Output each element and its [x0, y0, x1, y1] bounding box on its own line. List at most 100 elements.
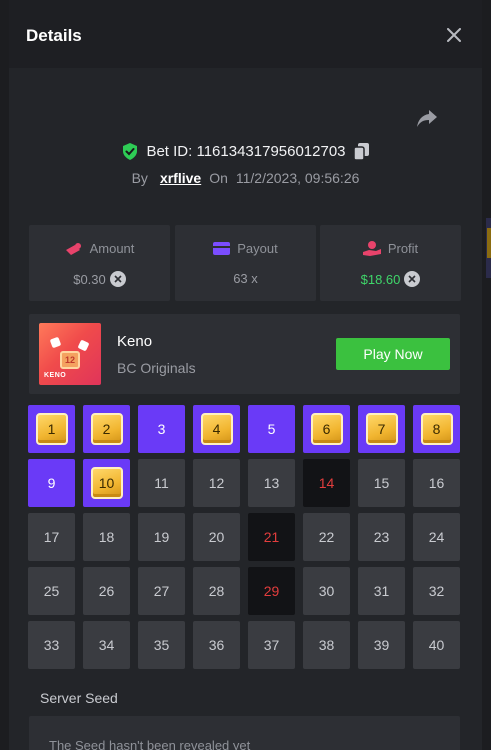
keno-cell[interactable]: 2 — [83, 405, 130, 453]
server-seed-title: Server Seed — [40, 690, 118, 706]
keno-cell[interactable]: 37 — [248, 621, 295, 669]
keno-cell-number: 17 — [43, 529, 60, 545]
keno-cell-number: 14 — [318, 475, 335, 491]
keno-cell[interactable]: 11 — [138, 459, 185, 507]
keno-cell[interactable]: 24 — [413, 513, 460, 561]
x-circle-icon — [404, 271, 421, 287]
shield-check-icon — [123, 142, 138, 160]
keno-cell[interactable]: 16 — [413, 459, 460, 507]
keno-cell[interactable]: 13 — [248, 459, 295, 507]
keno-cell[interactable]: 15 — [358, 459, 405, 507]
keno-cell[interactable]: 4 — [193, 405, 240, 453]
keno-cell[interactable]: 6 — [303, 405, 350, 453]
keno-cell[interactable]: 19 — [138, 513, 185, 561]
keno-cell[interactable]: 39 — [358, 621, 405, 669]
copy-button[interactable] — [353, 142, 369, 160]
keno-cell[interactable]: 20 — [193, 513, 240, 561]
keno-cell-number: 38 — [318, 637, 335, 653]
keno-cell[interactable]: 14 — [303, 459, 350, 507]
keno-cell-number: 26 — [98, 583, 115, 599]
close-button[interactable] — [443, 24, 465, 46]
keno-cell-number: 28 — [208, 583, 225, 599]
keno-cell[interactable]: 22 — [303, 513, 350, 561]
amount-card: Amount $0.30 — [29, 225, 170, 301]
keno-cell[interactable]: 29 — [248, 567, 295, 615]
keno-cell[interactable]: 38 — [303, 621, 350, 669]
keno-cell[interactable]: 27 — [138, 567, 185, 615]
keno-cell[interactable]: 31 — [358, 567, 405, 615]
keno-cell[interactable]: 33 — [28, 621, 75, 669]
dice-decoration — [49, 336, 62, 349]
background-page-right — [482, 0, 491, 750]
keno-cell-number: 12 — [208, 475, 225, 491]
keno-cell-number: 31 — [373, 583, 390, 599]
game-card: 12 KENO Keno BC Originals Play Now — [29, 314, 460, 394]
keno-ball-graphic: 12 — [60, 351, 80, 369]
keno-cell[interactable]: 40 — [413, 621, 460, 669]
keno-cell-number: 25 — [43, 583, 60, 599]
keno-cell-number: 30 — [318, 583, 335, 599]
keno-hit-gem: 8 — [420, 413, 453, 445]
keno-cell[interactable]: 36 — [193, 621, 240, 669]
keno-cell[interactable]: 25 — [28, 567, 75, 615]
keno-cell[interactable]: 5 — [248, 405, 295, 453]
server-seed-message: The Seed hasn't been revealed yet — [49, 738, 251, 750]
keno-cell[interactable]: 28 — [193, 567, 240, 615]
share-button[interactable] — [415, 108, 439, 130]
keno-cell[interactable]: 9 — [28, 459, 75, 507]
play-now-button[interactable]: Play Now — [336, 338, 450, 370]
keno-cell-number: 20 — [208, 529, 225, 545]
payout-card: Payout 63 x — [175, 225, 316, 301]
thumbnail-label: KENO — [44, 372, 67, 379]
amount-value: $0.30 — [73, 271, 106, 287]
server-seed-box: The Seed hasn't been revealed yet — [29, 716, 460, 750]
wallet-icon — [213, 242, 231, 255]
bet-datetime: 11/2/2023, 09:56:26 — [235, 170, 360, 186]
hand-coin-icon — [362, 241, 381, 256]
bet-id-text: Bet ID: 116134317956012703 — [146, 142, 346, 160]
keno-cell-number: 37 — [263, 637, 280, 653]
keno-hit-gem: 4 — [200, 413, 233, 445]
keno-hit-gem: 6 — [310, 413, 343, 445]
bet-id-row: Bet ID: 116134317956012703 — [9, 140, 482, 162]
modal-header: Details — [9, 0, 482, 68]
keno-cell-number: 9 — [47, 475, 56, 491]
modal-title: Details — [26, 26, 82, 45]
dice-decoration — [77, 339, 90, 352]
keno-cell[interactable]: 23 — [358, 513, 405, 561]
close-icon — [447, 28, 461, 42]
bet-author-row: By xrflive On 11/2/2023, 09:56:26 — [9, 168, 482, 188]
keno-cell[interactable]: 7 — [358, 405, 405, 453]
keno-cell-number: 5 — [267, 421, 276, 437]
keno-cell[interactable]: 1 — [28, 405, 75, 453]
keno-cell[interactable]: 10 — [83, 459, 130, 507]
keno-cell-number: 16 — [428, 475, 445, 491]
keno-cell[interactable]: 32 — [413, 567, 460, 615]
keno-cell[interactable]: 26 — [83, 567, 130, 615]
background-element — [487, 228, 491, 258]
keno-game-thumbnail[interactable]: 12 KENO — [39, 323, 101, 385]
keno-cell[interactable]: 3 — [138, 405, 185, 453]
keno-cell-number: 13 — [263, 475, 280, 491]
keno-cell[interactable]: 18 — [83, 513, 130, 561]
keno-cell[interactable]: 12 — [193, 459, 240, 507]
keno-cell[interactable]: 30 — [303, 567, 350, 615]
keno-cell-number: 32 — [428, 583, 445, 599]
keno-cell-number: 35 — [153, 637, 170, 653]
keno-cell[interactable]: 34 — [83, 621, 130, 669]
share-icon — [417, 110, 437, 127]
keno-cell[interactable]: 21 — [248, 513, 295, 561]
copy-icon — [353, 142, 369, 160]
on-label: On — [209, 170, 228, 186]
payout-value: 63 x — [233, 271, 258, 286]
username-link[interactable]: xrflive — [160, 170, 201, 186]
keno-cell[interactable]: 35 — [138, 621, 185, 669]
keno-cell[interactable]: 8 — [413, 405, 460, 453]
background-page-left — [0, 0, 9, 750]
keno-cell[interactable]: 17 — [28, 513, 75, 561]
keno-cell-number: 34 — [98, 637, 115, 653]
game-provider: BC Originals — [117, 360, 196, 376]
keno-cell-number: 40 — [428, 637, 445, 653]
keno-hit-gem: 2 — [90, 413, 123, 445]
keno-cell-number: 3 — [157, 421, 166, 437]
